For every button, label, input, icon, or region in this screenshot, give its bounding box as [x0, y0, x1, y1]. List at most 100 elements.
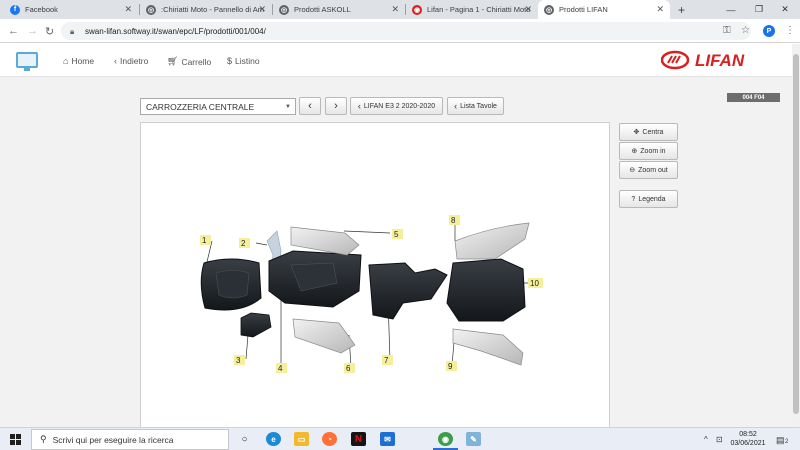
part-6-lower-side-panel[interactable] — [292, 318, 356, 354]
edge-icon[interactable]: e — [266, 432, 281, 446]
zoom-out-icon: ⊖ — [629, 167, 636, 174]
zoom-in-button[interactable]: ⊕ Zoom in — [619, 142, 678, 160]
taskbar-search[interactable]: ⚲ Scrivi qui per eseguire la ricerca — [31, 429, 229, 450]
parts-diagram-canvas[interactable]: 1 2 3 4 5 6 7 8 9 10 — [140, 122, 610, 427]
parts-diagram: 1 2 3 4 5 6 7 8 9 10 — [200, 215, 543, 373]
callout-1[interactable]: 1 — [202, 236, 207, 245]
notification-count: 2 — [785, 439, 789, 445]
url-bar[interactable]: 🔒︎ swan-lifan.softway.it/swan/epc/LF/pro… — [61, 22, 751, 40]
close-icon[interactable]: ✕ — [656, 4, 664, 15]
profile-avatar[interactable]: P — [763, 25, 775, 37]
tab-prodotti-lifan[interactable]: ◎ Prodotti LIFAN ✕ — [538, 0, 670, 19]
forward-icon[interactable]: → — [27, 25, 38, 37]
callout-7[interactable]: 7 — [384, 356, 389, 365]
callout-5[interactable]: 5 — [394, 230, 399, 239]
callout-4[interactable]: 4 — [278, 364, 283, 373]
chrome-icon[interactable]: ◉ — [438, 432, 453, 446]
chevron-up-icon[interactable]: ^ — [704, 435, 708, 444]
vertical-scrollbar[interactable] — [792, 44, 800, 427]
kebab-menu-icon[interactable]: ⋮ — [785, 25, 795, 36]
file-explorer-icon[interactable]: ▭ — [294, 432, 309, 446]
centra-button[interactable]: ✥ Centra — [619, 123, 678, 141]
globe-icon: ◎ — [146, 4, 156, 15]
tab-lifan-chiriatti[interactable]: ◉ Lifan - Pagina 1 - Chiriatti Moto ✕ — [406, 0, 538, 19]
close-window-icon[interactable]: ✕ — [767, 0, 800, 19]
page-content: ⌂ Home ‹ Indietro 🛒︎ Carrello $ Listino … — [0, 44, 792, 427]
callout-9[interactable]: 9 — [448, 362, 453, 371]
clock-time: 08:52 — [739, 431, 757, 438]
browser-tab-bar: f Facebook ✕ ◎ :Chiriatti Moto - Pannell… — [0, 0, 800, 19]
model-button-label: LIFAN E3 2 2020-2020 — [363, 102, 436, 110]
model-button[interactable]: ‹ LIFAN E3 2 2020-2020 — [350, 97, 443, 115]
close-icon[interactable]: ✕ — [124, 4, 132, 15]
callout-10[interactable]: 10 — [530, 279, 539, 288]
page-code-badge: 004 F04 — [727, 93, 780, 102]
network-icon[interactable]: ⊡ — [716, 435, 723, 444]
part-1-detail — [215, 270, 250, 299]
tab-title: Facebook — [25, 5, 58, 14]
tab-title: Prodotti LIFAN — [559, 5, 608, 14]
menu-label: Indietro — [120, 56, 149, 66]
tab-facebook[interactable]: f Facebook ✕ — [4, 0, 138, 19]
next-button[interactable]: › — [325, 97, 347, 115]
tab-title: :Chiriatti Moto - Pannello di Am — [161, 5, 264, 14]
callout-6[interactable]: 6 — [346, 364, 351, 373]
lista-tavole-button[interactable]: ‹ Lista Tavole — [447, 97, 504, 115]
prev-button[interactable]: ‹ — [299, 97, 321, 115]
mail-icon[interactable]: ✉ — [380, 432, 395, 446]
new-tab-button[interactable]: + — [674, 0, 692, 19]
menu-indietro[interactable]: ‹ Indietro — [114, 56, 148, 66]
chevron-left-icon: ‹ — [454, 101, 458, 111]
windows-start-icon[interactable] — [10, 434, 21, 445]
legenda-button[interactable]: ? Legenda — [619, 190, 678, 208]
chevron-left-icon: ‹ — [308, 100, 312, 112]
tab-askoll[interactable]: ◎ Prodotti ASKOLL ✕ — [273, 0, 405, 19]
help-icon: ? — [631, 195, 636, 203]
dollar-icon: $ — [227, 56, 233, 66]
part-9-lower-right-panel[interactable] — [452, 328, 524, 366]
taskbar-clock[interactable]: 08:52 03/06/2021 — [728, 430, 768, 448]
star-icon[interactable]: ☆ — [741, 25, 750, 36]
url-text: swan-lifan.softway.it/swan/epc/LF/prodot… — [85, 26, 266, 36]
close-icon[interactable]: ✕ — [391, 4, 399, 15]
close-icon[interactable]: ✕ — [524, 4, 532, 15]
firefox-icon[interactable]: ◔ — [322, 432, 337, 446]
chevron-right-icon: › — [334, 100, 338, 112]
menu-carrello[interactable]: 🛒︎ Carrello — [167, 56, 211, 67]
reload-icon[interactable]: ↻ — [45, 25, 54, 38]
centra-label: Centra — [642, 128, 664, 136]
lifan-logo[interactable]: LIFAN — [661, 50, 783, 70]
part-8-upper-right-panel[interactable] — [454, 222, 530, 260]
back-icon[interactable]: ← — [8, 25, 19, 37]
tab-title: Lifan - Pagina 1 - Chiriatti Moto — [427, 5, 531, 14]
close-icon[interactable]: ✕ — [258, 4, 266, 15]
menu-label: Carrello — [181, 56, 212, 67]
key-icon[interactable]: ⚿ — [723, 25, 731, 36]
callout-8[interactable]: 8 — [451, 216, 456, 225]
menu-label: Listino — [235, 56, 260, 66]
callout-3[interactable]: 3 — [236, 356, 241, 365]
group-select[interactable]: CARROZZERIA CENTRALE ▼ — [140, 98, 296, 115]
task-view-icon[interactable]: ○ — [237, 432, 252, 446]
part-10-floorboard[interactable] — [446, 258, 526, 322]
callout-2[interactable]: 2 — [241, 239, 246, 248]
scrollbar-thumb[interactable] — [793, 54, 799, 414]
cart-icon: 🛒︎ — [167, 56, 179, 66]
lock-icon: 🔒︎ — [70, 27, 75, 36]
menu-home[interactable]: ⌂ Home — [63, 56, 94, 66]
chevron-left-icon: ‹ — [114, 56, 117, 66]
menu-listino[interactable]: $ Listino — [227, 56, 260, 66]
lifan-icon: ◉ — [412, 4, 422, 15]
caret-down-icon: ▼ — [285, 104, 291, 110]
clock-date: 03/06/2021 — [730, 440, 766, 447]
site-header: ⌂ Home ‹ Indietro 🛒︎ Carrello $ Listino … — [0, 44, 792, 77]
monitor-icon[interactable] — [16, 52, 38, 71]
tab-chiriatti-panel[interactable]: ◎ :Chiriatti Moto - Pannello di Am ✕ — [140, 0, 272, 19]
zoom-out-button[interactable]: ⊖ Zoom out — [619, 161, 678, 179]
part-7-center-tunnel[interactable] — [368, 262, 448, 320]
part-3-small-cover[interactable] — [240, 312, 272, 338]
paint-icon[interactable]: ✎ — [466, 432, 481, 446]
netflix-icon[interactable]: N — [351, 432, 366, 446]
globe-icon: ◎ — [544, 4, 554, 15]
notifications-icon[interactable]: ▤ — [776, 435, 785, 446]
